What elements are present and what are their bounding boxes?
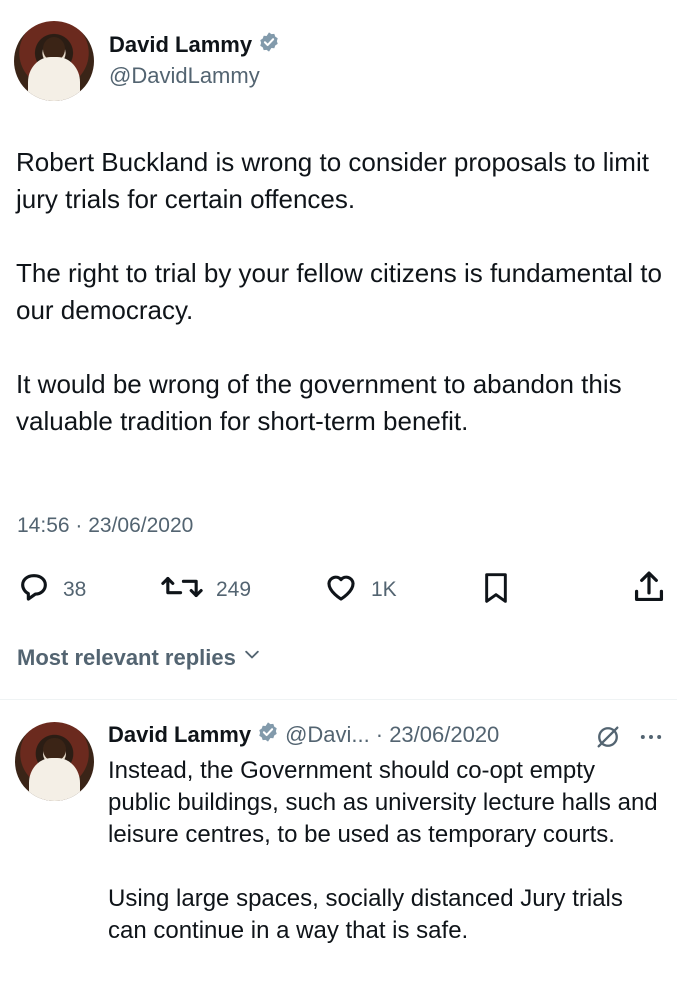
divider <box>0 699 677 700</box>
reply-author-avatar[interactable] <box>15 722 94 801</box>
more-options-button[interactable] <box>637 723 665 756</box>
author-name[interactable]: David Lammy <box>109 32 252 58</box>
replies-sort-dropdown[interactable]: Most relevant replies <box>17 645 262 671</box>
reply-text: Instead, the Government should co-opt em… <box>108 755 663 947</box>
verified-badge-icon <box>258 31 280 58</box>
verified-badge-icon <box>257 721 279 748</box>
bookmark-icon <box>480 573 512 610</box>
author-avatar[interactable] <box>14 21 94 101</box>
like-button[interactable]: 1K <box>323 570 397 610</box>
retweet-icon <box>160 570 204 610</box>
tweet-paragraph: It would be wrong of the government to a… <box>16 369 622 436</box>
bookmark-button[interactable] <box>480 570 512 611</box>
retweet-button[interactable]: 249 <box>160 570 251 610</box>
reply-icon <box>17 570 51 610</box>
replies-sort-label: Most relevant replies <box>17 645 236 670</box>
reply-paragraph: Instead, the Government should co-opt em… <box>108 757 658 848</box>
tweet-paragraph: The right to trial by your fellow citize… <box>16 258 662 325</box>
ellipsis-icon <box>637 735 665 755</box>
reply-header: David Lammy @Davi... · 23/06/2020 <box>108 721 499 748</box>
circle-slash-icon <box>594 726 622 755</box>
tweet-text: Robert Buckland is wrong to consider pro… <box>16 144 666 440</box>
retweet-count: 249 <box>216 578 252 601</box>
reply-author-name[interactable]: David Lammy <box>108 722 251 748</box>
author-handle[interactable]: @DavidLammy <box>109 63 260 89</box>
share-icon <box>631 571 667 610</box>
tweet-timestamp[interactable]: 14:56 · 23/06/2020 <box>17 514 193 538</box>
share-button[interactable] <box>631 568 667 611</box>
reply-author-handle[interactable]: @Davi... <box>285 722 370 748</box>
chevron-down-icon <box>242 645 262 671</box>
reply-date[interactable]: · 23/06/2020 <box>376 722 500 748</box>
author-name-row: David Lammy <box>109 31 280 58</box>
reply-button[interactable]: 38 <box>17 570 86 610</box>
grok-button[interactable] <box>594 723 622 756</box>
reply-paragraph: Using large spaces, socially distanced J… <box>108 885 623 944</box>
tweet-paragraph: Robert Buckland is wrong to consider pro… <box>16 147 649 214</box>
like-count: 1K <box>371 578 397 601</box>
reply-count: 38 <box>63 578 87 601</box>
heart-icon <box>323 570 359 610</box>
